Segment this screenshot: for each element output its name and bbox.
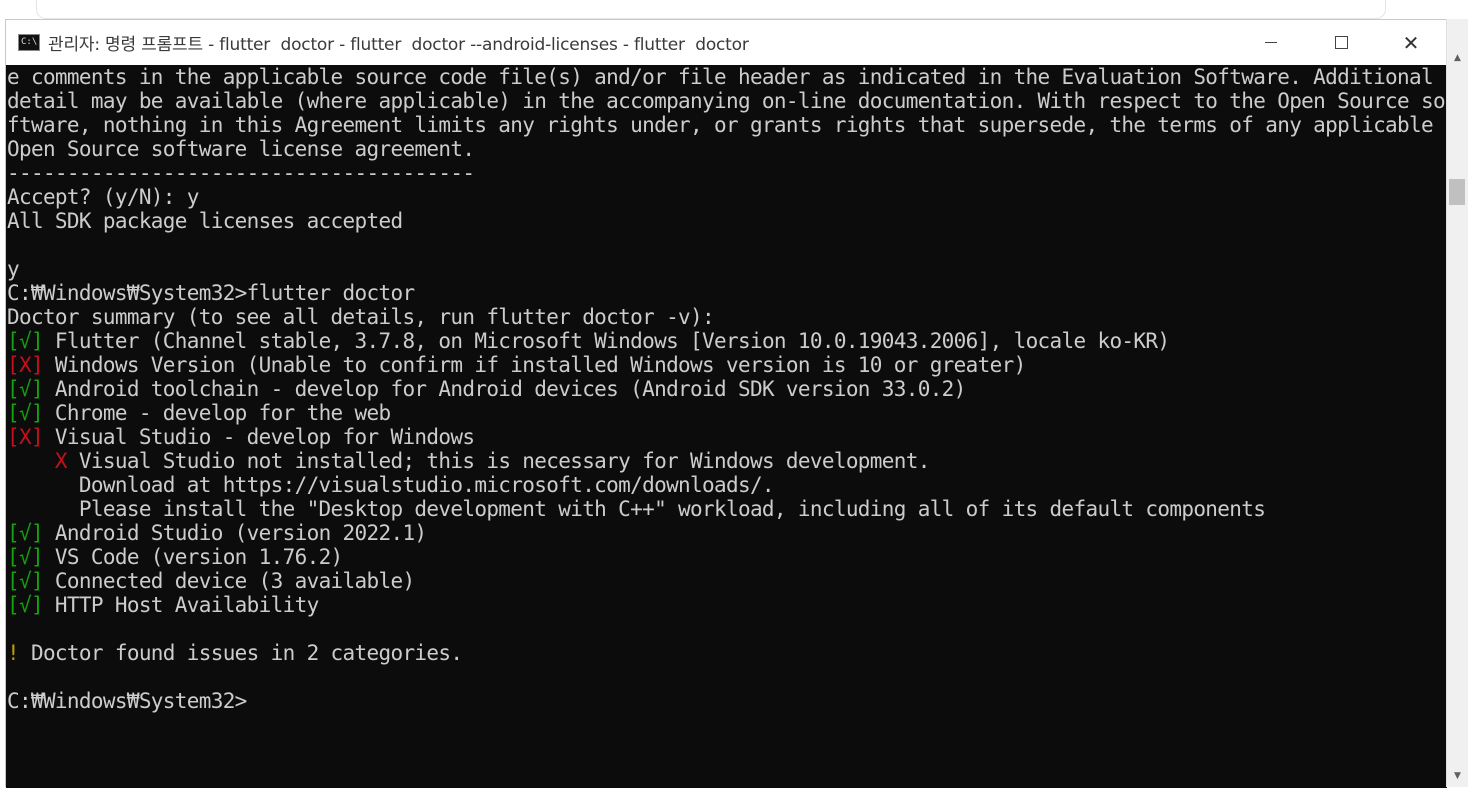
ok-mark: [√] xyxy=(7,545,44,569)
download-hint-line: Download at https://visualstudio.microso… xyxy=(7,473,775,497)
check-connected-device: [√] Connected device (3 available) xyxy=(7,569,415,593)
maximize-button[interactable] xyxy=(1306,20,1376,65)
prompt-line[interactable]: C:₩Windows₩System32> xyxy=(7,689,247,713)
check-vs-code: [√] VS Code (version 1.76.2) xyxy=(7,545,343,569)
scroll-down-icon[interactable]: ▼ xyxy=(1447,767,1468,784)
ok-mark: [√] xyxy=(7,569,44,593)
ok-mark: [√] xyxy=(7,377,44,401)
fail-mark: [X] xyxy=(7,353,44,377)
window-controls: ✕ xyxy=(1236,20,1446,65)
install-hint-line: Please install the "Desktop development … xyxy=(7,497,1266,521)
separator-line: --------------------------------------- xyxy=(7,161,475,185)
fail-mark: [X] xyxy=(7,425,44,449)
check-android-studio: [√] Android Studio (version 2022.1) xyxy=(7,521,427,545)
console-line: y xyxy=(7,257,20,281)
doctor-issues-line: ! Doctor found issues in 2 categories. xyxy=(7,641,463,665)
ok-mark: [√] xyxy=(7,593,44,617)
warning-mark: ! xyxy=(7,641,20,665)
maximize-icon xyxy=(1334,36,1348,49)
console-line: ftware, nothing in this Agreement limits… xyxy=(7,113,1434,137)
ok-mark: [√] xyxy=(7,401,44,425)
scroll-thumb[interactable] xyxy=(1449,179,1465,205)
window-title: 관리자: 명령 프롬프트 - flutter doctor - flutter … xyxy=(48,35,749,55)
cmd-icon[interactable]: C:\ xyxy=(18,34,40,51)
check-chrome: [√] Chrome - develop for the web xyxy=(7,401,391,425)
licenses-accepted-line: All SDK package licenses accepted xyxy=(7,209,403,233)
vertical-scrollbar[interactable]: ▲ ▼ xyxy=(1446,19,1468,787)
check-windows-version: [X] Windows Version (Unable to confirm i… xyxy=(7,353,1026,377)
scroll-up-icon[interactable]: ▲ xyxy=(1447,49,1468,66)
visual-studio-error: X Visual Studio not installed; this is n… xyxy=(7,449,930,473)
ok-mark: [√] xyxy=(7,521,44,545)
console-line: Open Source software license agreement. xyxy=(7,137,475,161)
console-output[interactable]: e comments in the applicable source code… xyxy=(6,65,1447,788)
check-http-host: [√] HTTP Host Availability xyxy=(7,593,319,617)
x-mark: X xyxy=(7,449,68,473)
console-line: detail may be available (where applicabl… xyxy=(7,89,1446,113)
check-flutter: [√] Flutter (Channel stable, 3.7.8, on M… xyxy=(7,329,1170,353)
cmd-icon-label: C:\ xyxy=(21,37,38,47)
doctor-summary-line: Doctor summary (to see all details, run … xyxy=(7,305,715,329)
minimize-button[interactable] xyxy=(1236,20,1306,65)
close-icon: ✕ xyxy=(1402,30,1420,55)
command-prompt-window: C:\ 관리자: 명령 프롬프트 - flutter doctor - flut… xyxy=(5,19,1447,788)
check-visual-studio: [X] Visual Studio - develop for Windows xyxy=(7,425,475,449)
minimize-icon xyxy=(1265,42,1277,43)
command-line: C:₩Windows₩System32>flutter doctor xyxy=(7,281,415,305)
check-android-toolchain: [√] Android toolchain - develop for Andr… xyxy=(7,377,966,401)
close-button[interactable]: ✕ xyxy=(1376,20,1446,65)
accept-prompt-line: Accept? (y/N): y xyxy=(7,185,199,209)
ok-mark: [√] xyxy=(7,329,44,353)
background-window xyxy=(36,0,1386,19)
console-line: e comments in the applicable source code… xyxy=(7,65,1434,89)
title-bar[interactable]: C:\ 관리자: 명령 프롬프트 - flutter doctor - flut… xyxy=(6,20,1446,65)
